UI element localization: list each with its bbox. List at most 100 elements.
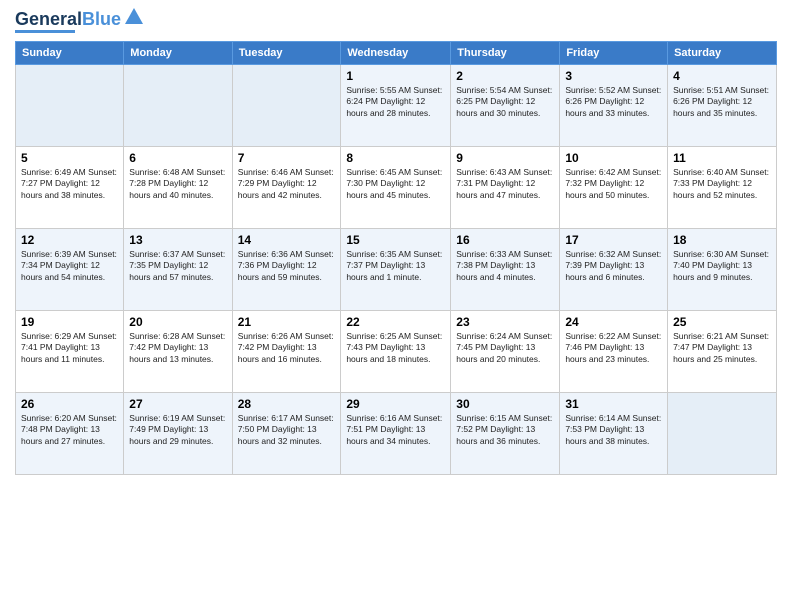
calendar-cell: 21Sunrise: 6:26 AM Sunset: 7:42 PM Dayli… (232, 311, 341, 393)
calendar-cell (124, 65, 232, 147)
day-info: Sunrise: 6:19 AM Sunset: 7:49 PM Dayligh… (129, 413, 226, 447)
day-number: 4 (673, 69, 771, 83)
day-number: 14 (238, 233, 336, 247)
day-number: 29 (346, 397, 445, 411)
calendar-cell: 16 Sunrise: 6:33 AM Sunset: 7:38 PM Dayli… (451, 229, 560, 311)
calendar-week-row: 12Sunrise: 6:39 AM Sunset: 7:34 PM Dayli… (16, 229, 777, 311)
day-info: Sunrise: 6:21 AM Sunset: 7:47 PM Dayligh… (673, 331, 771, 365)
day-number: 25 (673, 315, 771, 329)
day-number: 31 (565, 397, 662, 411)
day-number: 22 (346, 315, 445, 329)
day-info: Sunrise: 5:55 AM Sunset: 6:24 PM Dayligh… (346, 85, 445, 119)
calendar-cell: 30 Sunrise: 6:15 AM Sunset: 7:52 PM Dayli… (451, 393, 560, 475)
day-number: 18 (673, 233, 771, 247)
calendar-cell: 17 Sunrise: 6:32 AM Sunset: 7:39 PM Dayli… (560, 229, 668, 311)
logo-text: GeneralBlue (15, 10, 121, 28)
calendar-cell: 29 Sunrise: 6:16 AM Sunset: 7:51 PM Dayli… (341, 393, 451, 475)
day-number: 11 (673, 151, 771, 165)
calendar-cell: 27 Sunrise: 6:19 AM Sunset: 7:49 PM Dayli… (124, 393, 232, 475)
calendar-cell: 19 Sunrise: 6:29 AM Sunset: 7:41 PM Dayli… (16, 311, 124, 393)
calendar-cell: 13Sunrise: 6:37 AM Sunset: 7:35 PM Dayli… (124, 229, 232, 311)
day-number: 10 (565, 151, 662, 165)
calendar-cell: 25 Sunrise: 6:21 AM Sunset: 7:47 PM Dayli… (668, 311, 777, 393)
day-number: 27 (129, 397, 226, 411)
day-number: 26 (21, 397, 118, 411)
day-info: Sunrise: 6:40 AM Sunset: 7:33 PM Dayligh… (673, 167, 771, 201)
day-info: Sunrise: 6:49 AM Sunset: 7:27 PM Dayligh… (21, 167, 118, 201)
day-info: Sunrise: 6:33 AM Sunset: 7:38 PM Dayligh… (456, 249, 554, 283)
calendar-week-row: 26 Sunrise: 6:20 AM Sunset: 7:48 PM Dayli… (16, 393, 777, 475)
calendar-cell: 5Sunrise: 6:49 AM Sunset: 7:27 PM Daylig… (16, 147, 124, 229)
calendar-week-row: 1 Sunrise: 5:55 AM Sunset: 6:24 PM Daylig… (16, 65, 777, 147)
day-number: 23 (456, 315, 554, 329)
day-number: 8 (346, 151, 445, 165)
day-number: 1 (346, 69, 445, 83)
calendar-cell: 4 Sunrise: 5:51 AM Sunset: 6:26 PM Daylig… (668, 65, 777, 147)
day-info: Sunrise: 6:30 AM Sunset: 7:40 PM Dayligh… (673, 249, 771, 283)
day-info: Sunrise: 5:54 AM Sunset: 6:25 PM Dayligh… (456, 85, 554, 119)
day-info: Sunrise: 6:39 AM Sunset: 7:34 PM Dayligh… (21, 249, 118, 283)
day-info: Sunrise: 6:17 AM Sunset: 7:50 PM Dayligh… (238, 413, 336, 447)
logo-icon (123, 6, 145, 28)
weekday-header-wednesday: Wednesday (341, 42, 451, 65)
calendar-cell: 6 Sunrise: 6:48 AM Sunset: 7:28 PM Daylig… (124, 147, 232, 229)
calendar-cell: 3 Sunrise: 5:52 AM Sunset: 6:26 PM Daylig… (560, 65, 668, 147)
day-info: Sunrise: 5:52 AM Sunset: 6:26 PM Dayligh… (565, 85, 662, 119)
day-number: 7 (238, 151, 336, 165)
day-info: Sunrise: 5:51 AM Sunset: 6:26 PM Dayligh… (673, 85, 771, 119)
day-number: 28 (238, 397, 336, 411)
calendar-cell (16, 65, 124, 147)
weekday-header-friday: Friday (560, 42, 668, 65)
day-number: 6 (129, 151, 226, 165)
day-number: 2 (456, 69, 554, 83)
day-info: Sunrise: 6:48 AM Sunset: 7:28 PM Dayligh… (129, 167, 226, 201)
day-info: Sunrise: 6:36 AM Sunset: 7:36 PM Dayligh… (238, 249, 336, 283)
day-info: Sunrise: 6:15 AM Sunset: 7:52 PM Dayligh… (456, 413, 554, 447)
calendar-cell: 10Sunrise: 6:42 AM Sunset: 7:32 PM Dayli… (560, 147, 668, 229)
weekday-header-sunday: Sunday (16, 42, 124, 65)
day-info: Sunrise: 6:26 AM Sunset: 7:42 PM Dayligh… (238, 331, 336, 365)
day-info: Sunrise: 6:32 AM Sunset: 7:39 PM Dayligh… (565, 249, 662, 283)
day-info: Sunrise: 6:45 AM Sunset: 7:30 PM Dayligh… (346, 167, 445, 201)
calendar-cell: 24Sunrise: 6:22 AM Sunset: 7:46 PM Dayli… (560, 311, 668, 393)
day-number: 30 (456, 397, 554, 411)
calendar-cell: 28 Sunrise: 6:17 AM Sunset: 7:50 PM Dayli… (232, 393, 341, 475)
weekday-header-saturday: Saturday (668, 42, 777, 65)
day-number: 3 (565, 69, 662, 83)
header: GeneralBlue (15, 10, 777, 33)
day-info: Sunrise: 6:24 AM Sunset: 7:45 PM Dayligh… (456, 331, 554, 365)
calendar-cell: 20 Sunrise: 6:28 AM Sunset: 7:42 PM Dayli… (124, 311, 232, 393)
day-number: 17 (565, 233, 662, 247)
logo-line (15, 30, 75, 33)
calendar-cell: 11 Sunrise: 6:40 AM Sunset: 7:33 PM Dayli… (668, 147, 777, 229)
day-info: Sunrise: 6:29 AM Sunset: 7:41 PM Dayligh… (21, 331, 118, 365)
calendar-cell: 1 Sunrise: 5:55 AM Sunset: 6:24 PM Daylig… (341, 65, 451, 147)
day-number: 19 (21, 315, 118, 329)
day-info: Sunrise: 6:25 AM Sunset: 7:43 PM Dayligh… (346, 331, 445, 365)
day-info: Sunrise: 6:16 AM Sunset: 7:51 PM Dayligh… (346, 413, 445, 447)
day-number: 9 (456, 151, 554, 165)
calendar-week-row: 5Sunrise: 6:49 AM Sunset: 7:27 PM Daylig… (16, 147, 777, 229)
logo: GeneralBlue (15, 10, 145, 33)
weekday-header-tuesday: Tuesday (232, 42, 341, 65)
calendar-cell (232, 65, 341, 147)
day-number: 16 (456, 233, 554, 247)
day-number: 20 (129, 315, 226, 329)
day-info: Sunrise: 6:43 AM Sunset: 7:31 PM Dayligh… (456, 167, 554, 201)
calendar-cell: 23 Sunrise: 6:24 AM Sunset: 7:45 PM Dayli… (451, 311, 560, 393)
weekday-header-monday: Monday (124, 42, 232, 65)
calendar-cell: 31Sunrise: 6:14 AM Sunset: 7:53 PM Dayli… (560, 393, 668, 475)
calendar-cell (668, 393, 777, 475)
calendar-cell: 7 Sunrise: 6:46 AM Sunset: 7:29 PM Daylig… (232, 147, 341, 229)
calendar-cell: 14 Sunrise: 6:36 AM Sunset: 7:36 PM Dayli… (232, 229, 341, 311)
day-info: Sunrise: 6:46 AM Sunset: 7:29 PM Dayligh… (238, 167, 336, 201)
day-info: Sunrise: 6:37 AM Sunset: 7:35 PM Dayligh… (129, 249, 226, 283)
calendar-cell: 9 Sunrise: 6:43 AM Sunset: 7:31 PM Daylig… (451, 147, 560, 229)
calendar-table: SundayMondayTuesdayWednesdayThursdayFrid… (15, 41, 777, 475)
day-info: Sunrise: 6:20 AM Sunset: 7:48 PM Dayligh… (21, 413, 118, 447)
day-info: Sunrise: 6:28 AM Sunset: 7:42 PM Dayligh… (129, 331, 226, 365)
calendar-cell: 22 Sunrise: 6:25 AM Sunset: 7:43 PM Dayli… (341, 311, 451, 393)
calendar-cell: 15Sunrise: 6:35 AM Sunset: 7:37 PM Dayli… (341, 229, 451, 311)
day-number: 15 (346, 233, 445, 247)
calendar-cell: 12Sunrise: 6:39 AM Sunset: 7:34 PM Dayli… (16, 229, 124, 311)
